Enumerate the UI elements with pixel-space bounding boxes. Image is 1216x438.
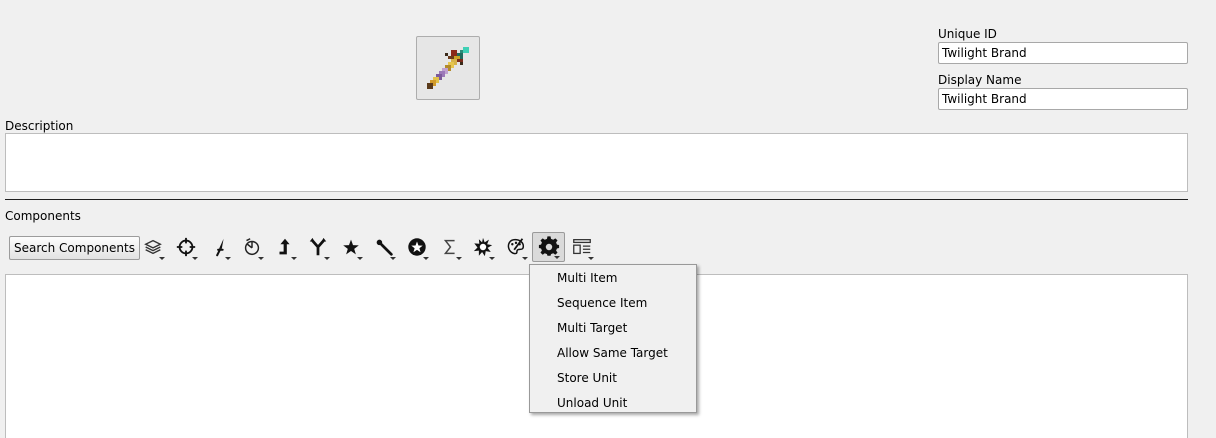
star-icon bbox=[342, 239, 359, 255]
menu-item-unload-unit[interactable]: Unload Unit bbox=[530, 391, 696, 416]
crosshair-icon bbox=[176, 237, 195, 257]
dropdown-arrow-icon bbox=[291, 257, 297, 260]
gear-icon bbox=[538, 236, 559, 256]
dropdown-arrow-icon bbox=[192, 257, 198, 260]
dropdown-arrow-icon bbox=[225, 257, 231, 260]
component-toolbar bbox=[136, 232, 598, 262]
display-name-input[interactable]: Twilight Brand bbox=[938, 88, 1188, 110]
components-label: Components bbox=[5, 209, 81, 223]
burst-icon bbox=[473, 237, 492, 257]
unique-id-label: Unique ID bbox=[938, 27, 997, 41]
sword-icon bbox=[215, 238, 224, 257]
sigma-icon bbox=[443, 239, 455, 255]
dropdown-arrow-icon bbox=[489, 257, 495, 260]
layout-tool-button[interactable] bbox=[565, 232, 598, 262]
palette-icon bbox=[507, 238, 524, 255]
advanced-tool-button[interactable] bbox=[532, 232, 565, 262]
layout-icon bbox=[572, 239, 591, 255]
dropdown-arrow-icon bbox=[390, 257, 396, 260]
advanced-components-menu: Multi Item Sequence Item Multi Target Al… bbox=[529, 264, 697, 413]
dropdown-arrow-icon bbox=[456, 257, 462, 260]
dropdown-arrow-icon bbox=[554, 256, 560, 259]
spear-sprite-icon bbox=[427, 47, 469, 89]
arrow-up-icon bbox=[279, 238, 290, 255]
special-tool-button[interactable] bbox=[334, 232, 367, 262]
exp-tool-button[interactable] bbox=[268, 232, 301, 262]
staff-icon bbox=[376, 239, 393, 256]
target-tool-button[interactable] bbox=[169, 232, 202, 262]
aesthetic-tool-button[interactable] bbox=[499, 232, 532, 262]
dropdown-arrow-icon bbox=[522, 257, 528, 260]
dropdown-arrow-icon bbox=[423, 257, 429, 260]
menu-item-multi-target[interactable]: Multi Target bbox=[530, 316, 696, 341]
item-editor: Unique ID Twilight Brand Display Name Tw… bbox=[0, 0, 1216, 438]
dropdown-arrow-icon bbox=[357, 257, 363, 260]
menu-item-store-unit[interactable]: Store Unit bbox=[530, 366, 696, 391]
description-textarea[interactable] bbox=[5, 133, 1188, 192]
unique-id-input[interactable]: Twilight Brand bbox=[938, 42, 1188, 64]
menu-item-multi-item[interactable]: Multi Item bbox=[530, 266, 696, 291]
dropdown-arrow-icon bbox=[159, 257, 165, 260]
menu-item-allow-same-target[interactable]: Allow Same Target bbox=[530, 341, 696, 366]
aoe-tool-button[interactable] bbox=[466, 232, 499, 262]
circle-star-icon bbox=[407, 238, 426, 256]
dropdown-arrow-icon bbox=[258, 257, 264, 260]
weapon-tool-button[interactable] bbox=[202, 232, 235, 262]
search-components-button[interactable]: Search Components bbox=[9, 236, 140, 260]
magic-tool-button[interactable] bbox=[367, 232, 400, 262]
uses-tool-button[interactable] bbox=[235, 232, 268, 262]
item-icon-button[interactable] bbox=[416, 36, 480, 100]
formula-tool-button[interactable] bbox=[433, 232, 466, 262]
description-label: Description bbox=[5, 119, 74, 133]
status-tool-button[interactable] bbox=[400, 232, 433, 262]
display-name-label: Display Name bbox=[938, 73, 1022, 87]
menu-item-sequence-item[interactable]: Sequence Item bbox=[530, 291, 696, 316]
layers-icon bbox=[143, 239, 162, 255]
pie-clock-icon bbox=[244, 238, 259, 256]
branch-tool-button[interactable] bbox=[301, 232, 334, 262]
branch-icon bbox=[309, 237, 326, 256]
dropdown-arrow-icon bbox=[588, 257, 594, 260]
layers-tool-button[interactable] bbox=[136, 232, 169, 262]
dropdown-arrow-icon bbox=[324, 257, 330, 260]
section-divider bbox=[5, 199, 1188, 200]
